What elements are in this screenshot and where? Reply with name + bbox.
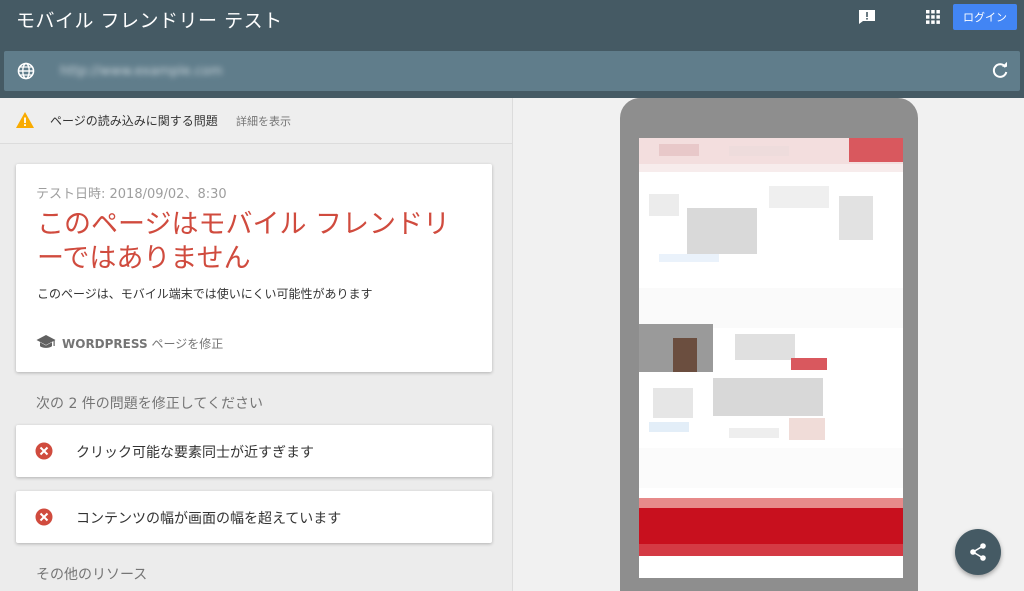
school-icon [36, 335, 56, 348]
test-date: テスト日時: 2018/09/02、8:30 [36, 187, 227, 202]
result-title: このページはモバイル フレンドリーではありません [37, 209, 451, 274]
phone-frame [620, 98, 918, 591]
problem-label: コンテンツの幅が画面の幅を超えています [76, 511, 342, 527]
page-screenshot-preview [639, 138, 903, 578]
fix-suffix: ページを修正 [147, 337, 224, 351]
resources-heading: その他のリソース [36, 567, 148, 583]
share-icon [970, 543, 986, 561]
preview-pane [513, 98, 1024, 591]
login-button[interactable]: ログイン [953, 4, 1017, 30]
app-header: モバイル フレンドリー テスト ログイン http://www.example.… [0, 0, 1024, 98]
apps-icon[interactable] [926, 10, 940, 24]
problems-heading: 次の 2 件の問題を修正してください [36, 396, 263, 412]
error-icon [35, 442, 53, 460]
error-icon [35, 508, 53, 526]
app-title: モバイル フレンドリー テスト [16, 10, 283, 32]
reload-icon[interactable] [991, 62, 1009, 80]
show-details-link[interactable]: 詳細を表示 [236, 113, 291, 129]
share-button[interactable] [955, 529, 1001, 575]
warning-icon [16, 112, 34, 128]
problem-item-content-width[interactable]: コンテンツの幅が画面の幅を超えています [16, 491, 492, 543]
fix-page-link[interactable]: WORDPRESS ページを修正 [62, 335, 223, 352]
result-card: テスト日時: 2018/09/02、8:30 このページはモバイル フレンドリー… [16, 164, 492, 372]
result-description: このページは、モバイル端末では使いにくい可能性があります [37, 287, 373, 301]
results-pane: ページの読み込みに関する問題 詳細を表示 テスト日時: 2018/09/02、8… [0, 98, 512, 591]
globe-icon [17, 62, 35, 80]
issue-banner-text: ページの読み込みに関する問題 [50, 114, 218, 128]
page-loading-issue-banner: ページの読み込みに関する問題 詳細を表示 [0, 98, 512, 144]
problem-label: クリック可能な要素同士が近すぎます [76, 445, 314, 461]
url-input[interactable]: http://www.example.com [60, 64, 223, 79]
problem-item-tap-targets[interactable]: クリック可能な要素同士が近すぎます [16, 425, 492, 477]
feedback-icon[interactable] [858, 9, 876, 25]
fix-platform: WORDPRESS [62, 337, 148, 351]
url-bar[interactable]: http://www.example.com [4, 51, 1020, 91]
